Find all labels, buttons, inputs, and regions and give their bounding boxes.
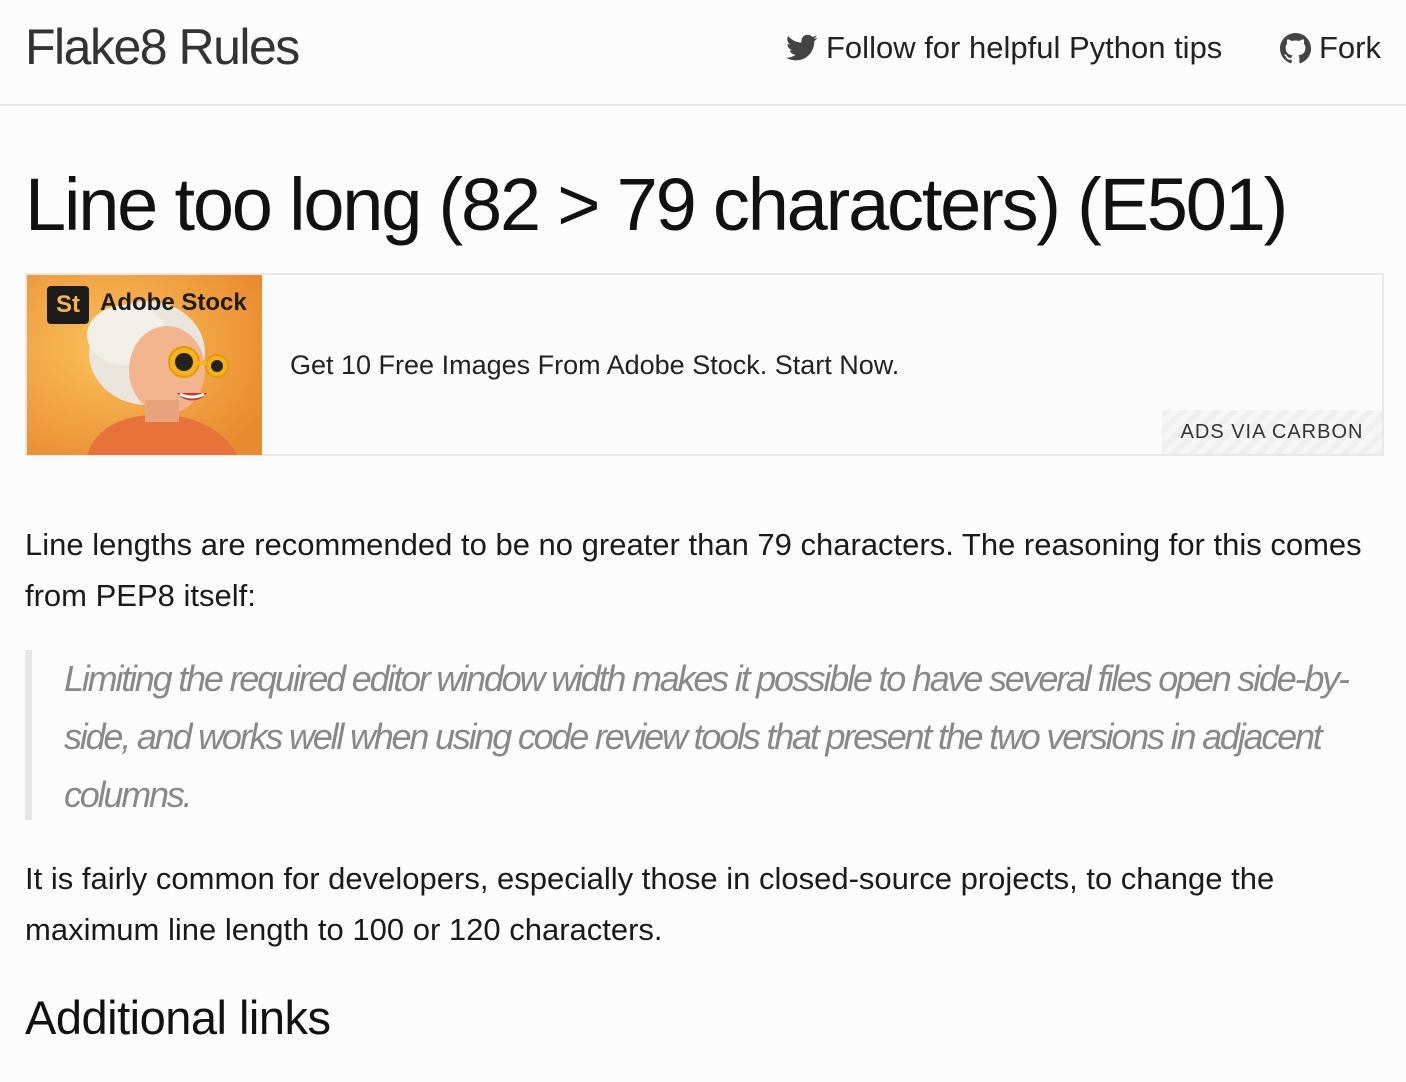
site-brand-link[interactable]: Flake8 Rules xyxy=(25,18,300,76)
github-icon xyxy=(1280,32,1311,64)
ad-text-link[interactable]: Get 10 Free Images From Adobe Stock. Sta… xyxy=(290,350,899,381)
quote-text: Limiting the required editor window widt… xyxy=(64,658,1350,815)
page-title: Line too long (82 > 79 characters) (E501… xyxy=(25,163,1288,246)
additional-links-heading: Additional links xyxy=(25,991,331,1044)
ad-image-link[interactable]: St Adobe Stock xyxy=(27,275,262,455)
ads-via-carbon-link[interactable]: ADS VIA CARBON xyxy=(1162,410,1382,454)
intro-paragraph: Line lengths are recommended to be no gr… xyxy=(25,527,1362,613)
follow-label: Follow for helpful Python tips xyxy=(826,30,1223,65)
twitter-icon xyxy=(786,34,818,62)
common-practice-paragraph: It is fairly common for developers, espe… xyxy=(25,861,1275,947)
fork-label: Fork xyxy=(1319,30,1381,65)
adobe-stock-name: Adobe Stock xyxy=(100,289,247,316)
carbon-ad: St Adobe Stock Get 10 Free Images From A… xyxy=(25,273,1384,456)
pep8-quote: Limiting the required editor window widt… xyxy=(25,650,1395,820)
site-header: Flake8 Rules Follow for helpful Python t… xyxy=(0,0,1406,106)
fork-github-link[interactable]: Fork xyxy=(1280,30,1381,66)
adobe-stock-badge: St xyxy=(47,286,89,324)
follow-twitter-link[interactable]: Follow for helpful Python tips xyxy=(786,30,1222,66)
